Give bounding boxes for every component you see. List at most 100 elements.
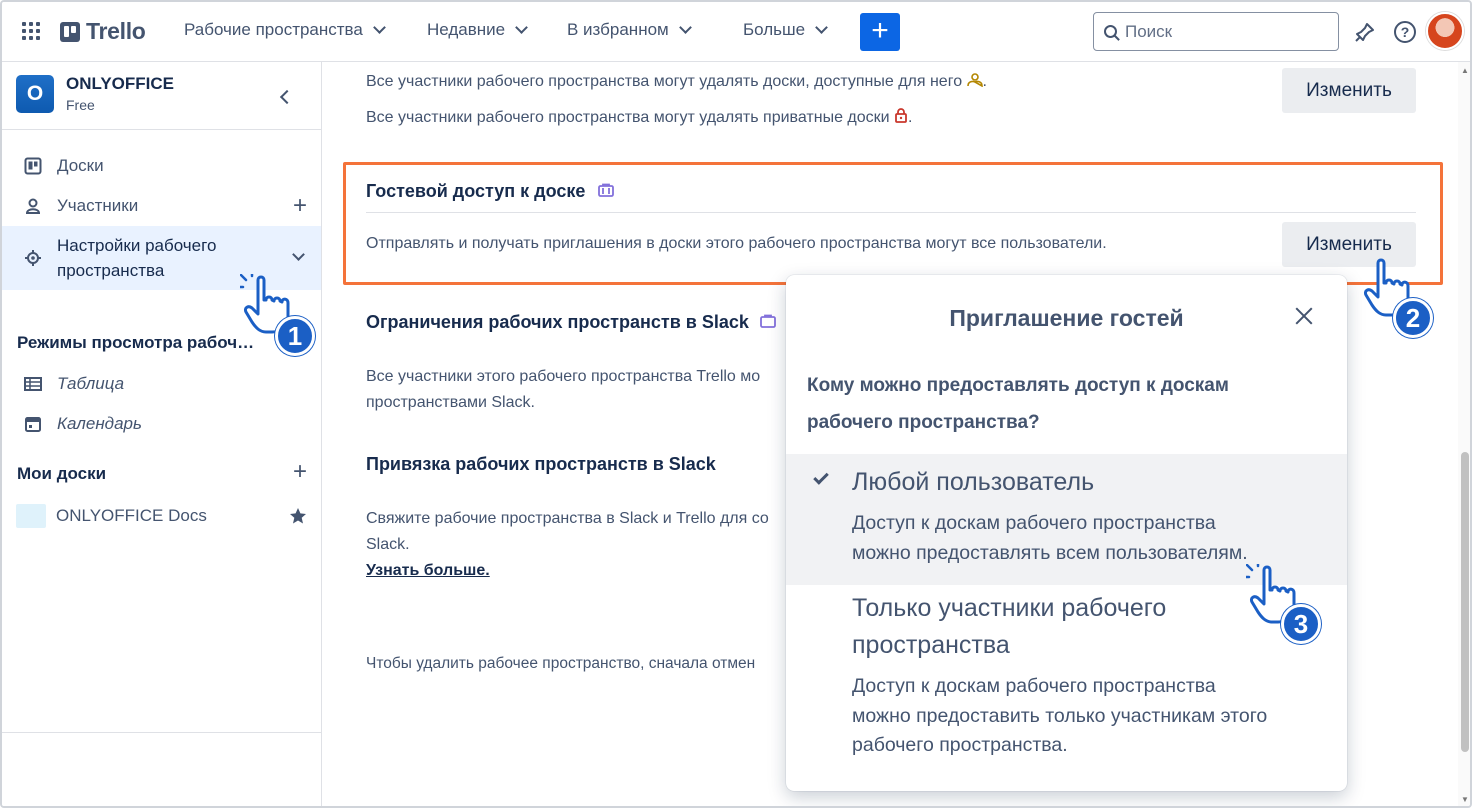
sidebar-item-boards[interactable]: Доски bbox=[2, 146, 321, 186]
lock-icon bbox=[895, 108, 907, 123]
slack-link-title: Привязка рабочих пространств в Slack bbox=[366, 454, 716, 474]
option-description: Доступ к доскам рабочего пространства мо… bbox=[852, 672, 1332, 761]
option-title: Любой пользователь bbox=[852, 468, 1095, 496]
slack-limits-title-text: Ограничения рабочих пространств в Slack bbox=[366, 312, 749, 332]
nav-starred[interactable]: В избранном bbox=[567, 20, 692, 40]
divider bbox=[2, 129, 321, 130]
popover-question-line: Кому можно предоставлять доступ к доскам bbox=[807, 375, 1229, 396]
option-title: Только участники рабочего пространства bbox=[852, 590, 1166, 664]
nav-starred-label: В избранном bbox=[567, 20, 669, 39]
change-delete-button[interactable]: Изменить bbox=[1282, 68, 1416, 113]
delete-private-line: Все участники рабочего пространства могу… bbox=[366, 109, 890, 126]
popover-title: Приглашение гостей bbox=[949, 305, 1184, 331]
board-name: ONLYOFFICE Docs bbox=[56, 506, 207, 525]
star-icon[interactable] bbox=[289, 507, 307, 525]
divider bbox=[2, 732, 321, 733]
slack-link-line: Свяжите рабочие пространства в Slack и T… bbox=[366, 510, 769, 527]
views-section-title: Режимы просмотра рабоч… bbox=[17, 333, 255, 352]
slack-limits-line: пространствами Slack. bbox=[366, 394, 535, 411]
sidebar-item-table[interactable]: Таблица bbox=[2, 364, 321, 404]
delete-permission-line: Все участники рабочего пространства могу… bbox=[366, 73, 963, 90]
avatar[interactable] bbox=[1426, 12, 1464, 50]
search-icon bbox=[1104, 25, 1117, 38]
check-icon bbox=[813, 469, 829, 485]
gear-icon bbox=[25, 250, 41, 266]
divider bbox=[366, 212, 1416, 213]
option-title-line: пространства bbox=[852, 631, 1010, 659]
guest-access-description: Отправлять и получать приглашения в доск… bbox=[366, 235, 1107, 252]
sidebar-board-item[interactable]: ONLYOFFICE Docs bbox=[2, 496, 321, 536]
my-boards-title: Мои доски bbox=[17, 464, 107, 483]
workspace-plan: Free bbox=[66, 97, 95, 113]
chevron-down-icon bbox=[678, 21, 692, 34]
option-description-line: Доступ к доскам рабочего пространства bbox=[852, 675, 1216, 697]
trello-logo-icon bbox=[60, 21, 80, 42]
scrollbar-thumb[interactable] bbox=[1461, 452, 1469, 752]
workspace-logo: O bbox=[16, 74, 54, 113]
sidebar-item-label: Настройки рабочего bbox=[57, 236, 217, 255]
slack-link-description: Свяжите рабочие пространства в Slack и T… bbox=[366, 506, 769, 584]
table-icon bbox=[24, 377, 42, 391]
chevron-down-icon[interactable] bbox=[292, 248, 305, 261]
option-description-line: можно предоставить только участникам это… bbox=[852, 704, 1268, 727]
step-badge-3: 3 bbox=[1281, 604, 1321, 644]
sidebar-item-label: Календарь bbox=[57, 414, 142, 433]
sidebar-item-label: Таблица bbox=[57, 374, 125, 393]
app-switcher-icon[interactable] bbox=[22, 22, 40, 40]
notifications-icon[interactable] bbox=[1354, 21, 1376, 43]
nav-workspaces-label: Рабочие пространства bbox=[184, 20, 363, 39]
sidebar-item-label: Участники bbox=[57, 196, 139, 215]
delete-workspace-text: Чтобы удалить рабочее пространство, снач… bbox=[366, 655, 756, 672]
nav-more-label: Больше bbox=[743, 20, 806, 39]
workspace-header: O ONLYOFFICE Free bbox=[16, 74, 174, 113]
calendar-icon bbox=[25, 417, 41, 432]
chevron-down-icon bbox=[372, 21, 386, 34]
step-badge-1: 1 bbox=[275, 316, 315, 356]
scroll-up-icon[interactable]: ▲ bbox=[1461, 66, 1469, 75]
nav-recent-label: Недавние bbox=[427, 20, 506, 39]
scrollbar[interactable]: ▲ ▼ bbox=[1458, 62, 1470, 806]
sidebar-item-label: пространства bbox=[57, 261, 165, 280]
add-board-icon[interactable]: + bbox=[293, 458, 307, 486]
search-box[interactable] bbox=[1093, 12, 1339, 51]
step-badge-2: 2 bbox=[1393, 298, 1433, 338]
scroll-down-icon[interactable]: ▼ bbox=[1461, 795, 1469, 804]
option-description-line: рабочего пространства. bbox=[852, 734, 1068, 756]
sidebar-item-label: Доски bbox=[57, 156, 104, 175]
popover-question: Кому можно предоставлять доступ к доскам… bbox=[807, 367, 1327, 441]
collapse-sidebar-icon[interactable] bbox=[279, 89, 295, 105]
board-thumbnail bbox=[16, 504, 46, 528]
delete-private-text: Все участники рабочего пространства могу… bbox=[366, 108, 913, 126]
logo-text: Trello bbox=[86, 18, 146, 44]
learn-more-link[interactable]: Узнать больше. bbox=[366, 558, 769, 584]
sidebar-item-members[interactable]: Участники + bbox=[2, 186, 321, 226]
premium-icon bbox=[759, 314, 776, 328]
top-navigation: Trello Рабочие пространства Недавние В и… bbox=[2, 2, 1470, 62]
premium-icon bbox=[598, 183, 615, 197]
guest-access-title-text: Гостевой доступ к доске bbox=[366, 181, 586, 201]
person-icon bbox=[25, 198, 41, 214]
workspace-name: ONLYOFFICE bbox=[66, 74, 174, 93]
delete-permission-text: Все участники рабочего пространства могу… bbox=[366, 73, 987, 90]
close-icon[interactable] bbox=[1293, 305, 1315, 327]
search-input[interactable] bbox=[1125, 21, 1325, 42]
slack-link-line: Slack. bbox=[366, 536, 410, 553]
guest-invite-popover: Приглашение гостей Кому можно предоставл… bbox=[786, 275, 1347, 791]
board-icon bbox=[24, 157, 42, 175]
trello-logo[interactable]: Trello bbox=[60, 18, 146, 45]
slack-limits-description: Все участники этого рабочего пространств… bbox=[366, 364, 760, 416]
create-button[interactable]: + bbox=[860, 13, 900, 51]
sidebar: O ONLYOFFICE Free Доски Участники + Наст… bbox=[2, 62, 322, 806]
sidebar-item-calendar[interactable]: Календарь bbox=[2, 404, 321, 444]
help-icon[interactable]: ? bbox=[1394, 21, 1416, 43]
nav-more[interactable]: Больше bbox=[743, 20, 828, 40]
option-title-line: Только участники рабочего bbox=[852, 594, 1167, 622]
nav-workspaces[interactable]: Рабочие пространства bbox=[184, 20, 386, 40]
add-member-icon[interactable]: + bbox=[293, 192, 307, 220]
app-window: Trello Рабочие пространства Недавние В и… bbox=[0, 0, 1472, 808]
nav-recent[interactable]: Недавние bbox=[427, 20, 528, 40]
option-description: Доступ к доскам рабочего пространства мо… bbox=[852, 509, 1332, 568]
slack-limits-title: Ограничения рабочих пространств в Slack bbox=[366, 312, 776, 333]
chevron-down-icon bbox=[815, 21, 828, 34]
slack-limits-line: Все участники этого рабочего пространств… bbox=[366, 368, 761, 385]
